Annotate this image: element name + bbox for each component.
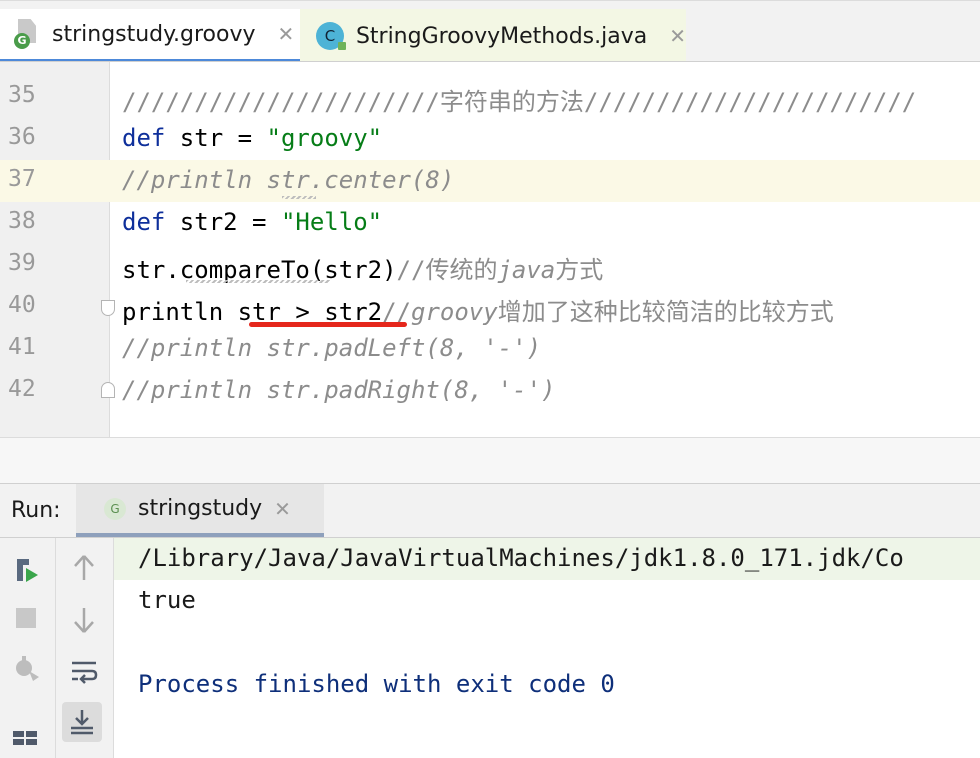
line-number: 38 <box>8 208 36 234</box>
line-number: 35 <box>8 82 36 108</box>
line-number: 40 <box>8 292 36 318</box>
code-line-36: def str = "groovy" <box>122 124 383 152</box>
code-line-40: println str > str2//groovy增加了这种比较简洁的比较方式 <box>122 298 834 326</box>
stop-icon[interactable] <box>6 598 46 638</box>
run-label: Run: <box>11 498 61 523</box>
debug-settings-icon[interactable] <box>6 648 46 688</box>
close-icon[interactable]: ✕ <box>669 24 686 48</box>
code-line-38: def str2 = "Hello" <box>122 208 383 236</box>
code-line-41: //println str.padLeft(8, '-') <box>122 334 542 362</box>
line-number: 42 <box>8 376 36 402</box>
groovy-file-icon: G <box>14 19 40 49</box>
line-number: 39 <box>8 250 36 276</box>
code-line-35: //////////////////////字符串的方法////////////… <box>122 88 917 116</box>
tab-string-groovy-methods-java[interactable]: C StringGroovyMethods.java ✕ <box>300 9 686 63</box>
groovy-run-icon: G <box>104 497 126 520</box>
code-line-42: //println str.padRight(8, '-') <box>122 376 556 404</box>
layout-icon[interactable] <box>6 714 46 754</box>
console-output-line: true <box>138 586 196 614</box>
run-tool-header: Run: G stringstudy ✕ <box>0 484 980 538</box>
scroll-to-end-icon[interactable] <box>62 702 102 742</box>
run-tab-label: stringstudy <box>138 496 263 521</box>
down-arrow-icon[interactable] <box>64 600 104 640</box>
line-number: 36 <box>8 124 36 150</box>
close-icon[interactable]: ✕ <box>278 22 295 46</box>
warning-squiggle <box>282 196 316 199</box>
empty-area <box>0 438 980 484</box>
fold-marker-icon[interactable] <box>101 382 115 398</box>
line-number: 37 <box>8 166 36 192</box>
run-toolbar-right <box>56 538 114 758</box>
up-arrow-icon[interactable] <box>64 548 104 588</box>
tab-label: StringGroovyMethods.java <box>355 23 648 49</box>
run-toolbar-left <box>0 538 56 758</box>
close-icon[interactable]: ✕ <box>274 497 291 521</box>
rerun-icon[interactable] <box>6 550 46 590</box>
line-number: 41 <box>8 334 36 360</box>
editor-tab-bar: G stringstudy.groovy ✕ C StringGroovyMet… <box>0 0 980 63</box>
fold-marker-icon[interactable] <box>101 300 115 316</box>
class-icon: C <box>316 22 346 50</box>
code-line-37: //println str.center(8) <box>122 166 455 194</box>
run-tab-stringstudy[interactable]: G stringstudy ✕ <box>76 484 324 537</box>
console-command-line: /Library/Java/JavaVirtualMachines/jdk1.8… <box>138 544 904 572</box>
tab-label: stringstudy.groovy <box>52 21 256 47</box>
tab-stringstudy-groovy[interactable]: G stringstudy.groovy ✕ <box>0 9 300 63</box>
warning-squiggle <box>186 280 330 283</box>
run-console[interactable]: /Library/Java/JavaVirtualMachines/jdk1.8… <box>114 538 980 758</box>
red-underline-annotation <box>249 322 407 327</box>
console-finish-line: Process finished with exit code 0 <box>138 670 615 698</box>
soft-wrap-icon[interactable] <box>64 652 104 692</box>
